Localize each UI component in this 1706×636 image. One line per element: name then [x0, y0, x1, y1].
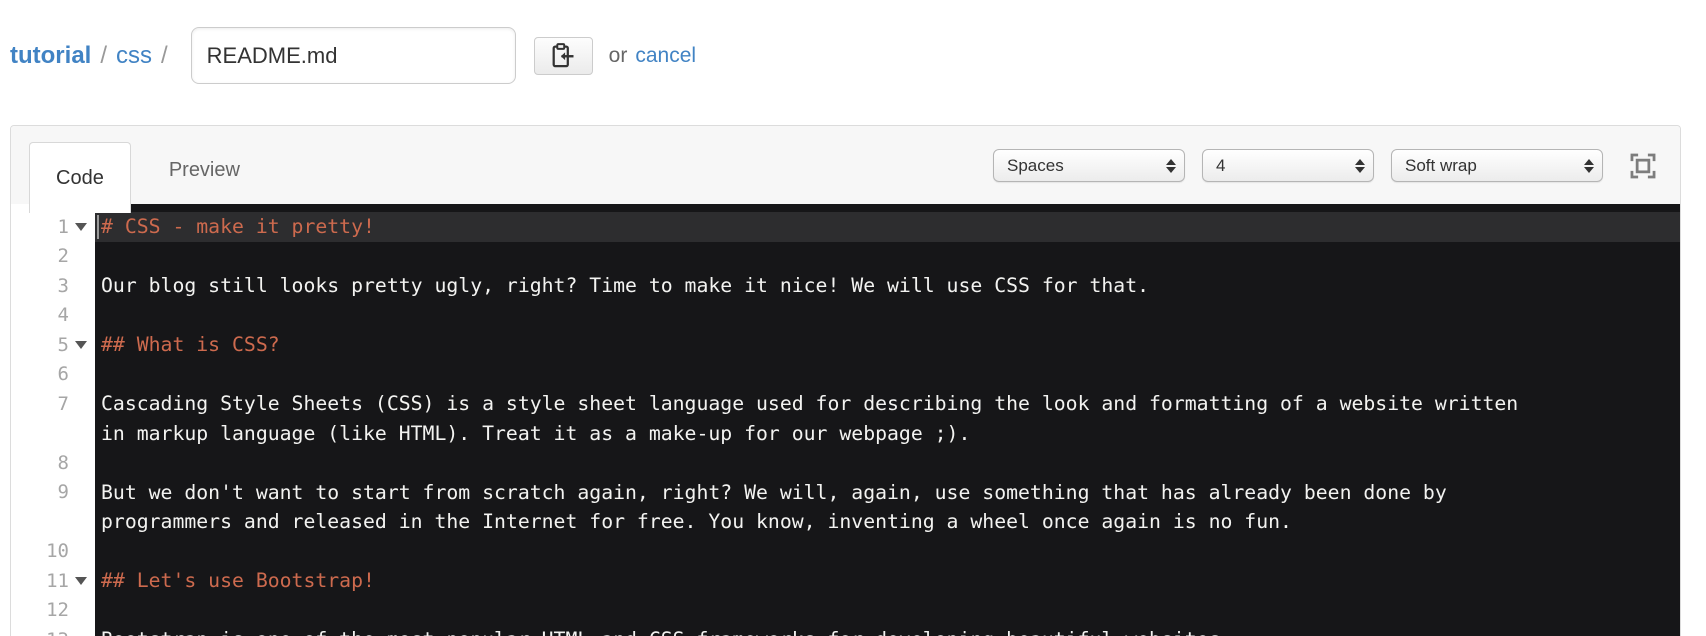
code-text: But we don't want to start from scratch …: [101, 480, 1447, 504]
stepper-arrows-icon: [1584, 158, 1594, 173]
line-number: [11, 507, 95, 537]
line-number: 9: [57, 481, 69, 504]
wrap-mode-value: Soft wrap: [1405, 155, 1477, 175]
code-text: programmers and released in the Internet…: [101, 510, 1292, 534]
line-number: 12: [46, 599, 69, 622]
code-text: Cascading Style Sheets (CSS) is a style …: [101, 392, 1519, 416]
code-line[interactable]: [95, 360, 1680, 390]
code-text: ## Let's use Bootstrap!: [101, 569, 375, 593]
indent-mode-value: Spaces: [1007, 155, 1064, 175]
code-line[interactable]: in markup language (like HTML). Treat it…: [95, 419, 1680, 449]
code-line[interactable]: [95, 596, 1680, 626]
line-number: 5: [11, 330, 95, 360]
code-line[interactable]: programmers and released in the Internet…: [95, 507, 1680, 537]
breadcrumb-folder-link[interactable]: css: [116, 42, 152, 70]
code-text: Bootstrap is one of the most popular HTM…: [101, 628, 1232, 636]
line-number: 1: [11, 212, 95, 242]
code-line[interactable]: ## Let's use Bootstrap!: [95, 566, 1680, 596]
editor-panel: Code Preview Spaces 4 Soft wrap 1 2 3 4 …: [10, 125, 1681, 636]
wrap-mode-select[interactable]: Soft wrap: [1391, 149, 1603, 182]
indent-mode-select[interactable]: Spaces: [993, 149, 1185, 182]
breadcrumb: tutorial / css / or cancel: [10, 0, 1706, 84]
code-line[interactable]: Our blog still looks pretty ugly, right?…: [95, 271, 1680, 301]
tab-preview[interactable]: Preview: [143, 142, 266, 198]
indent-size-select[interactable]: 4: [1202, 149, 1374, 182]
code-text: # CSS - make it pretty!: [101, 215, 375, 239]
file-editor-page: tutorial / css / or cancel Code Preview: [0, 0, 1706, 636]
fold-toggle-icon[interactable]: [75, 222, 87, 231]
fold-toggle-icon[interactable]: [75, 340, 87, 349]
breadcrumb-repo-link[interactable]: tutorial: [10, 42, 91, 70]
clipboard-button[interactable]: [533, 36, 593, 75]
breadcrumb-separator: /: [161, 41, 168, 69]
indent-size-value: 4: [1216, 155, 1226, 175]
stepper-arrows-icon: [1355, 158, 1365, 173]
clipboard-arrow-icon: [551, 42, 575, 69]
cancel-link[interactable]: cancel: [635, 44, 696, 68]
code-editor: 12345678910111213 # CSS - make it pretty…: [11, 204, 1680, 636]
tab-code[interactable]: Code: [29, 142, 131, 213]
line-number: 6: [57, 363, 69, 386]
line-number: 8: [57, 451, 69, 474]
code-line[interactable]: [95, 301, 1680, 331]
editor-tabs: Code Preview: [29, 126, 266, 213]
line-number-gutter: 12345678910111213: [11, 204, 95, 636]
code-line[interactable]: ## What is CSS?: [95, 330, 1680, 360]
breadcrumb-separator: /: [100, 41, 107, 69]
code-line[interactable]: [95, 537, 1680, 567]
line-number: 13: [11, 625, 95, 636]
code-line[interactable]: Cascading Style Sheets (CSS) is a style …: [95, 389, 1680, 419]
screen-full-icon: [1630, 153, 1656, 179]
line-number: 4: [57, 304, 69, 327]
code-line[interactable]: But we don't want to start from scratch …: [95, 478, 1680, 508]
fullscreen-button[interactable]: [1630, 153, 1656, 179]
code-line[interactable]: Bootstrap is one of the most popular HTM…: [95, 625, 1680, 636]
code-text: in markup language (like HTML). Treat it…: [101, 421, 971, 445]
filename-input[interactable]: [190, 27, 516, 84]
fold-toggle-icon[interactable]: [75, 576, 87, 585]
editor-controls: Spaces 4 Soft wrap: [993, 149, 1656, 182]
text-cursor: [97, 215, 99, 239]
code-text: ## What is CSS?: [101, 333, 280, 357]
code-content[interactable]: # CSS - make it pretty! Our blog still lo…: [95, 204, 1680, 636]
editor-header: Code Preview Spaces 4 Soft wrap: [11, 126, 1680, 213]
stepper-arrows-icon: [1166, 158, 1176, 173]
code-line[interactable]: [95, 242, 1680, 272]
line-number: 2: [57, 245, 69, 268]
or-label: or: [608, 43, 628, 67]
line-number: 11: [11, 566, 95, 596]
code-line[interactable]: [95, 448, 1680, 478]
line-number: 7: [57, 392, 69, 415]
line-number: 3: [57, 274, 69, 297]
code-line[interactable]: # CSS - make it pretty!: [95, 212, 1680, 242]
code-text: Our blog still looks pretty ugly, right?…: [101, 274, 1150, 298]
line-number: [11, 419, 95, 449]
line-number: 10: [46, 540, 69, 563]
